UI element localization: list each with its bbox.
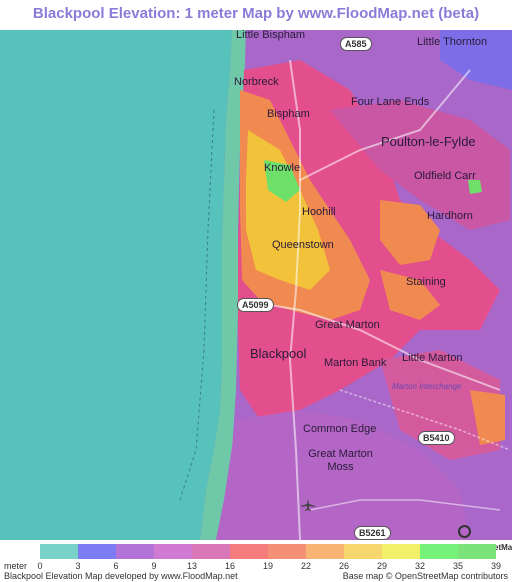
road-shield: A5099 — [237, 298, 274, 312]
place-label: Great Marton — [315, 319, 380, 331]
place-label: Little Marton — [402, 352, 463, 364]
legend-tick-label: 13 — [186, 561, 198, 571]
footer: Blackpool Elevation Map developed by www… — [0, 571, 512, 582]
interchange-label: Marton Interchange — [392, 382, 462, 391]
peak-zone-oldfield — [468, 180, 482, 194]
legend-swatch — [116, 544, 154, 559]
place-label: Little Thornton — [417, 36, 488, 48]
place-label: Four Lane Ends — [351, 96, 430, 108]
map-title: Blackpool Elevation: 1 meter Map by www.… — [32, 5, 480, 22]
place-label: Blackpool — [250, 346, 307, 361]
legend-tick-label: 16 — [224, 561, 236, 571]
legend-swatch — [230, 544, 268, 559]
legend-swatch — [344, 544, 382, 559]
legend-swatch — [192, 544, 230, 559]
place-label: Poulton-le-Fylde — [381, 134, 476, 149]
place-label: Hoohill — [302, 206, 336, 218]
legend-tick-label: 35 — [452, 561, 464, 571]
elevation-legend — [40, 544, 496, 559]
place-label: Bispham — [267, 108, 310, 120]
legend-tick-label: 32 — [414, 561, 426, 571]
legend-swatch — [268, 544, 306, 559]
road-shield: B5261 — [354, 526, 391, 540]
place-label: Knowle — [264, 162, 301, 174]
footer-credit: Blackpool Elevation Map developed by www… — [4, 571, 238, 581]
place-label: Little Bispham — [236, 30, 306, 41]
legend-tick-label: 0 — [37, 561, 43, 571]
magnifier-icon — [458, 525, 471, 539]
legend-swatch — [306, 544, 344, 559]
legend-swatch — [154, 544, 192, 559]
elevation-map[interactable]: Little Bispham Little Thornton Norbreck … — [0, 30, 512, 540]
sea-area — [0, 30, 232, 540]
legend-swatch — [382, 544, 420, 559]
legend-tick-label: 29 — [376, 561, 388, 571]
place-label: Staining — [406, 276, 446, 288]
place-label: Common Edge — [303, 423, 377, 435]
legend-tick-label: 9 — [151, 561, 157, 571]
place-label: Norbreck — [234, 76, 279, 88]
legend-swatch — [40, 544, 78, 559]
airport-icon — [301, 499, 315, 511]
legend-swatch — [458, 544, 496, 559]
place-label: Hardhorn — [427, 210, 473, 222]
place-label: Marton Bank — [324, 357, 387, 369]
place-label: Oldfield Carr — [414, 170, 476, 182]
road-shield: A585 — [340, 37, 372, 51]
legend-tick-label: 26 — [338, 561, 350, 571]
road-shield: B5410 — [418, 431, 455, 445]
legend-tick-label: 19 — [262, 561, 274, 571]
legend-swatch — [78, 544, 116, 559]
place-label: Queenstown — [272, 239, 334, 251]
legend-tick-label: 3 — [75, 561, 81, 571]
legend-tick-label: 22 — [300, 561, 312, 571]
legend-tick-label: 39 — [490, 561, 502, 571]
osm-badge[interactable]: OpenStreetMap — [458, 524, 512, 552]
footer-basemap: Base map © OpenStreetMap contributors — [342, 571, 508, 581]
legend-tick-label: 6 — [113, 561, 119, 571]
place-label: Great Marton Moss — [308, 448, 373, 473]
legend-swatch — [420, 544, 458, 559]
